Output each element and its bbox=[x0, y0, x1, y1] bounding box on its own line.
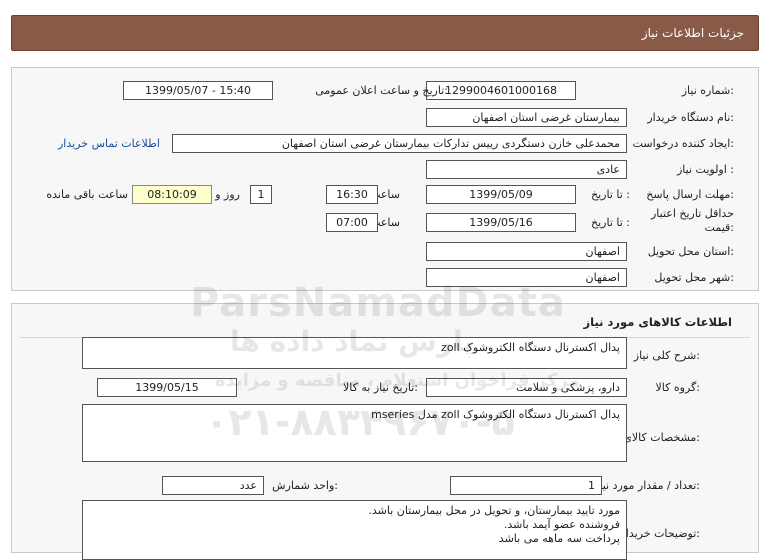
creator-label: ایجاد کننده درخواست: bbox=[632, 137, 734, 150]
specs-field: پدال اکسترنال دستگاه الکتروشوک zoll مدل … bbox=[82, 404, 627, 462]
remaining-time-label: ساعت باقی مانده bbox=[46, 188, 128, 201]
buyer-field: بیمارستان غرضی استان اصفهان bbox=[426, 108, 627, 127]
need-date-label: تاریخ نیاز به کالا: bbox=[343, 381, 418, 394]
remaining-time-field: 08:10:09 bbox=[132, 185, 212, 204]
province-field: اصفهان bbox=[426, 242, 627, 261]
buyer-contact-link[interactable]: اطلاعات تماس خریدار bbox=[58, 137, 160, 150]
announce-date-field: 1399/05/07 - 15:40 bbox=[123, 81, 273, 100]
buyer-notes-line: مورد تایید بیمارستان، و تحویل در محل بیم… bbox=[368, 504, 620, 517]
validity-date-field: 1399/05/16 bbox=[426, 213, 576, 232]
quantity-field: 1 bbox=[450, 476, 602, 495]
need-date-field: 1399/05/15 bbox=[97, 378, 237, 397]
summary-field: پدال اکسترنال دستگاه الکتروشوک zoll bbox=[82, 337, 627, 369]
unit-label: واحد شمارش: bbox=[272, 479, 338, 492]
validity-time-field: 07:00 bbox=[326, 213, 378, 232]
deadline-time-field: 16:30 bbox=[326, 185, 378, 204]
creator-field: محمدعلی خازن دستگردی رییس تدارکات بیمارس… bbox=[172, 134, 627, 153]
buyer-notes-line: فروشنده عضو آیمد باشد. bbox=[503, 518, 620, 531]
need-number-label: شماره نیاز: bbox=[681, 84, 734, 97]
buyer-notes-field: مورد تایید بیمارستان، و تحویل در محل بیم… bbox=[82, 500, 627, 560]
goods-info-panel: اطلاعات کالاهای مورد نیاز شرح کلی نیاز: … bbox=[11, 303, 759, 560]
need-details-panel: شماره نیاز: 1299004601000168 تاریخ و ساع… bbox=[11, 67, 759, 291]
validity-to-date-label: تا تاریخ : bbox=[591, 216, 630, 229]
remaining-days-label: روز و bbox=[215, 188, 240, 201]
remaining-days-field: 1 bbox=[250, 185, 272, 204]
goods-group-field: دارو، پزشکی و سلامت bbox=[426, 378, 627, 397]
buyer-notes-label: توضیحات خریدار: bbox=[620, 527, 701, 540]
need-number-field: 1299004601000168 bbox=[426, 81, 576, 100]
priority-label: اولویت نیاز : bbox=[676, 163, 734, 176]
page-title: جزئیات اطلاعات نیاز bbox=[641, 26, 744, 40]
province-label: استان محل تحویل: bbox=[647, 245, 734, 258]
validity-label-line2: قیمت: bbox=[704, 221, 734, 234]
city-field: اصفهان bbox=[426, 268, 627, 287]
deadline-to-date-label: تا تاریخ : bbox=[591, 188, 630, 201]
deadline-date-field: 1399/05/09 bbox=[426, 185, 576, 204]
unit-field: عدد bbox=[162, 476, 264, 495]
validity-label-line1: حداقل تاریخ اعتبار bbox=[650, 207, 734, 220]
buyer-label: نام دستگاه خریدار: bbox=[647, 111, 734, 124]
summary-label: شرح کلی نیاز: bbox=[633, 349, 700, 362]
goods-section-title: اطلاعات کالاهای مورد نیاز bbox=[583, 315, 732, 329]
announce-date-label: تاریخ و ساعت اعلان عمومی: bbox=[315, 84, 448, 97]
goods-group-label: گروه کالا: bbox=[655, 381, 700, 394]
buyer-notes-line: پرداخت سه ماهه می باشد bbox=[498, 532, 620, 545]
deadline-label: مهلت ارسال پاسخ: bbox=[646, 188, 734, 201]
page-header: جزئیات اطلاعات نیاز bbox=[11, 15, 759, 51]
city-label: شهر محل تحویل: bbox=[654, 271, 734, 284]
quantity-label: تعداد / مقدار مورد نیاز: bbox=[594, 479, 700, 492]
priority-field: عادی bbox=[426, 160, 627, 179]
